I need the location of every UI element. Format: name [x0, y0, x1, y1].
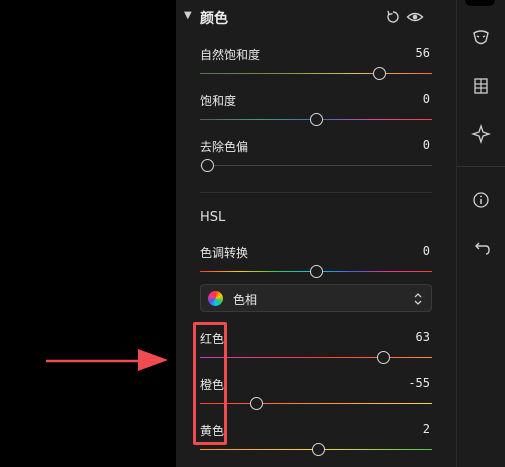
annotation-arrow — [46, 349, 168, 371]
hsl-mode-select[interactable]: 色相 — [200, 284, 432, 312]
remove-cast-slider-thumb[interactable] — [200, 159, 214, 172]
undo-icon[interactable] — [467, 234, 495, 262]
toolbar-divider — [457, 166, 505, 167]
hsl-mode-value: 色相 — [233, 293, 258, 307]
yellow-slider-row: 黄色 2 — [200, 422, 432, 462]
remove-cast-value[interactable]: 0 — [423, 138, 430, 152]
hue-shift-label: 色调转换 — [200, 246, 249, 260]
orange-track[interactable] — [200, 403, 432, 404]
eye-icon[interactable] — [406, 8, 424, 26]
vibrance-track[interactable] — [200, 73, 432, 74]
collapse-caret-icon[interactable]: ▼ — [184, 10, 192, 21]
grid-icon[interactable] — [467, 72, 495, 100]
color-wheel-icon — [208, 291, 223, 306]
annotation-highlight-box — [193, 322, 227, 445]
yellow-value[interactable]: 2 — [423, 422, 430, 436]
remove-cast-label: 去除色偏 — [200, 140, 249, 154]
hue-shift-slider-row: 色调转换 0 — [200, 244, 432, 284]
saturation-label: 饱和度 — [200, 94, 237, 108]
right-toolbar — [456, 0, 505, 467]
mask-icon[interactable] — [467, 24, 495, 52]
yellow-slider-thumb[interactable] — [312, 443, 326, 456]
saturation-value[interactable]: 0 — [423, 92, 430, 106]
color-section-header[interactable]: ▼ 颜色 — [176, 4, 456, 32]
hsl-heading: HSL — [200, 210, 226, 225]
reset-icon[interactable] — [384, 8, 402, 26]
red-slider-row: 红色 63 — [200, 330, 432, 370]
vibrance-slider-row: 自然饱和度 56 — [200, 46, 432, 86]
red-slider-thumb[interactable] — [377, 351, 391, 364]
vibrance-slider-thumb[interactable] — [372, 67, 386, 80]
red-track[interactable] — [200, 357, 432, 358]
select-chevron-icon — [414, 293, 422, 305]
red-value[interactable]: 63 — [416, 330, 430, 344]
saturation-slider-thumb[interactable] — [310, 113, 323, 126]
remove-cast-track[interactable] — [200, 165, 432, 166]
hue-shift-slider-thumb[interactable] — [310, 265, 323, 278]
saturation-slider-row: 饱和度 0 — [200, 92, 432, 132]
vibrance-label: 自然饱和度 — [200, 48, 261, 62]
section-title: 颜色 — [200, 11, 228, 27]
orange-slider-row: 橙色 -55 — [200, 376, 432, 416]
orange-slider-thumb[interactable] — [249, 397, 263, 410]
section-divider — [200, 192, 432, 193]
toolbar-top-tab — [465, 0, 495, 6]
vibrance-value[interactable]: 56 — [416, 46, 430, 60]
hue-shift-value[interactable]: 0 — [423, 244, 430, 258]
sparkle-icon[interactable] — [467, 120, 495, 148]
orange-value[interactable]: -55 — [408, 376, 430, 390]
remove-cast-slider-row: 去除色偏 0 — [200, 138, 432, 178]
info-icon[interactable] — [467, 186, 495, 214]
